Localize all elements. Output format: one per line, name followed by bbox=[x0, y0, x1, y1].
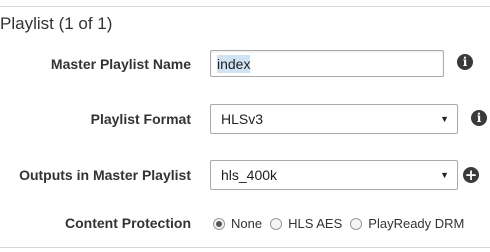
radio-option-hls-aes[interactable]: HLS AES bbox=[270, 216, 342, 231]
chevron-down-icon: ▼ bbox=[440, 114, 449, 124]
add-output-plus-icon[interactable]: + bbox=[463, 167, 479, 183]
outputs-in-master-playlist-select[interactable]: hls_400k ▼ bbox=[210, 160, 458, 190]
radio-button[interactable] bbox=[270, 217, 283, 230]
section-title: Playlist (1 of 1) bbox=[0, 14, 113, 33]
playlist-format-label: Playlist Format bbox=[90, 111, 191, 127]
master-playlist-name-label: Master Playlist Name bbox=[50, 56, 191, 72]
master-playlist-name-value: index bbox=[217, 54, 251, 73]
top-divider bbox=[0, 6, 490, 7]
content-protection-radio-group: None HLS AES PlayReady DRM bbox=[213, 216, 472, 231]
info-icon[interactable]: i bbox=[471, 110, 487, 126]
outputs-in-master-playlist-label: Outputs in Master Playlist bbox=[19, 167, 191, 183]
chevron-down-icon: ▼ bbox=[440, 170, 449, 180]
content-protection-label: Content Protection bbox=[65, 215, 191, 231]
radio-label-none: None bbox=[231, 216, 263, 231]
playlist-format-value: HLSv3 bbox=[221, 111, 264, 127]
bottom-divider bbox=[0, 247, 490, 248]
radio-option-none[interactable]: None bbox=[213, 216, 262, 231]
radio-button[interactable] bbox=[350, 217, 363, 230]
outputs-in-master-playlist-value: hls_400k bbox=[221, 167, 278, 183]
master-playlist-name-input[interactable]: index bbox=[210, 50, 444, 77]
radio-label-playready-drm: PlayReady DRM bbox=[368, 216, 465, 231]
radio-option-playready-drm[interactable]: PlayReady DRM bbox=[350, 216, 464, 231]
playlist-format-select[interactable]: HLSv3 ▼ bbox=[210, 104, 458, 134]
info-icon[interactable]: i bbox=[457, 54, 473, 70]
radio-button-checked[interactable] bbox=[213, 217, 225, 230]
radio-label-hls-aes: HLS AES bbox=[288, 216, 343, 231]
